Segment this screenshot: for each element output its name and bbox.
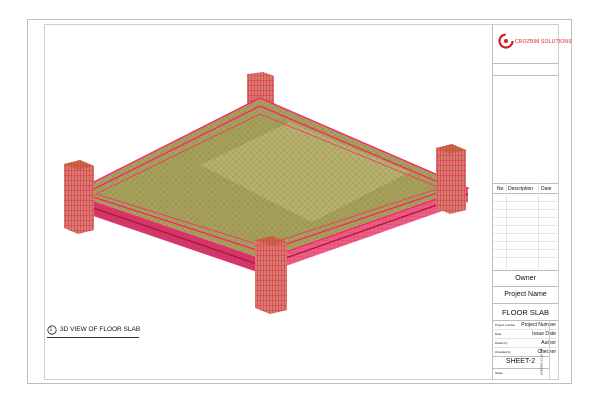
project-name: Project Name (504, 291, 547, 298)
slab-top-surface (70, 98, 468, 260)
tb-divider-4 (492, 303, 559, 304)
rev-row-line (494, 217, 557, 218)
date-label: Date (495, 332, 502, 336)
detail-row-line (494, 338, 557, 339)
scale-label: Scale (495, 371, 503, 375)
rev-row-line (494, 233, 557, 234)
rev-row-line (494, 241, 557, 242)
sheet-title: FLOOR SLAB (501, 308, 550, 317)
rev-col-date: Date (541, 186, 552, 192)
rev-row-line (494, 225, 557, 226)
tb-divider-2 (492, 75, 559, 76)
rev-row-line (494, 257, 557, 258)
tb-divider-1 (492, 63, 559, 64)
rev-header-line (492, 193, 559, 194)
rev-col-no: No. (497, 186, 505, 192)
logo-brand-text: CROZBIM SOLUTIONS (515, 39, 572, 45)
column-front (255, 236, 287, 314)
stamp-column-line (549, 320, 550, 380)
floor-slab-3d-view (64, 72, 470, 314)
rev-table-bottom (492, 270, 559, 271)
column-right (436, 144, 466, 214)
checked-by-label: Checked by (495, 350, 511, 354)
view-number: 1 (49, 326, 53, 333)
crozbim-logo-icon (498, 33, 514, 49)
view-title[interactable]: 3D VIEW OF FLOOR SLAB (60, 326, 140, 333)
drawn-by-label: Drawn by (495, 341, 508, 345)
rev-table-top (492, 183, 559, 184)
detail-row-line (494, 329, 557, 330)
detail-row-line (494, 347, 557, 348)
tb-divider-3 (492, 286, 559, 287)
print-timestamp: 1/24/2021 11:15 PM (539, 348, 544, 376)
rev-row-line (494, 209, 557, 210)
rev-col-description: Description (508, 186, 534, 192)
owner-name: Owner (515, 275, 536, 282)
rev-row-line (494, 201, 557, 202)
view-title-underline (47, 337, 139, 338)
drawing-sheet: 1 3D VIEW OF FLOOR SLAB CROZBIM SOLUTION… (0, 0, 600, 403)
column-left (64, 160, 94, 234)
rev-row-line (494, 249, 557, 250)
